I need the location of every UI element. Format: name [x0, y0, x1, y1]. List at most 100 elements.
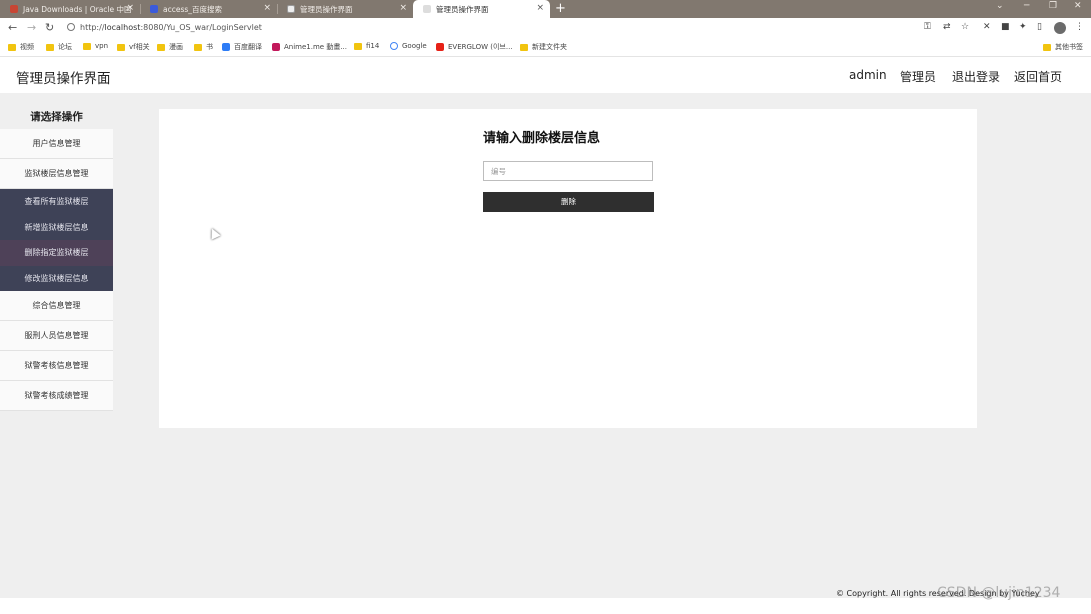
- menu-item-user-info[interactable]: 用户信息管理: [0, 129, 113, 159]
- bookmark-label: 百度翻译: [234, 43, 262, 51]
- bookmark-item[interactable]: vpn: [83, 42, 108, 50]
- close-tab-icon[interactable]: ×: [399, 3, 407, 13]
- floor-submenu: 查看所有监狱楼层 新增监狱楼层信息 删除指定监狱楼层 修改监狱楼层信息: [0, 189, 113, 291]
- bookmark-label: 漫画: [169, 43, 183, 51]
- bookmark-label: Google: [402, 42, 427, 50]
- menu-item-floor-info[interactable]: 监狱楼层信息管理: [0, 159, 113, 189]
- extension-icon[interactable]: ■: [1001, 22, 1010, 32]
- page-icon: [423, 5, 431, 13]
- other-bookmarks[interactable]: 其他书签: [1043, 42, 1083, 52]
- folder-icon: [520, 43, 528, 51]
- url-path: :8080/Yu_OS_war/LoginServlet: [140, 23, 262, 32]
- folder-icon: [117, 43, 125, 51]
- close-tab-icon[interactable]: ×: [126, 3, 134, 13]
- sidebar-icon[interactable]: ▯: [1037, 22, 1042, 32]
- sidebar-title: 请选择操作: [30, 111, 83, 123]
- bookmark-item[interactable]: 论坛: [46, 42, 72, 52]
- delete-button[interactable]: 删除: [483, 192, 654, 212]
- new-tab-button[interactable]: +: [555, 1, 566, 16]
- floor-id-input[interactable]: [483, 161, 653, 181]
- translate-site-icon: [222, 43, 230, 51]
- page-header: 管理员操作界面 admin 管理员 退出登录 返回首页: [0, 57, 1091, 93]
- tab-title: 管理员操作界面: [300, 4, 353, 14]
- home-link[interactable]: 返回首页: [1014, 68, 1062, 85]
- forward-icon[interactable]: →: [27, 21, 36, 34]
- minimize-icon[interactable]: ─: [1024, 1, 1029, 11]
- browser-tab[interactable]: 管理员操作界面 ×: [277, 0, 413, 18]
- folder-icon: [46, 43, 54, 51]
- folder-icon: [157, 43, 165, 51]
- anime-site-icon: [272, 43, 280, 51]
- bookmark-label: vpn: [95, 42, 109, 50]
- bookmark-item[interactable]: Anime1.me 動畫...: [272, 42, 347, 52]
- menu-item-guard-scores[interactable]: 狱警考核成绩管理: [0, 381, 113, 411]
- submenu-delete-floor[interactable]: 删除指定监狱楼层: [0, 240, 113, 266]
- bookmark-label: vf相关: [129, 43, 150, 51]
- profile-avatar[interactable]: [1054, 22, 1066, 34]
- sidebar-menu: 用户信息管理 监狱楼层信息管理 查看所有监狱楼层 新增监狱楼层信息 删除指定监狱…: [0, 129, 113, 411]
- translate-icon[interactable]: ⇄: [943, 22, 951, 32]
- reload-icon[interactable]: ↻: [45, 21, 54, 34]
- back-icon[interactable]: ←: [8, 21, 17, 34]
- username-link[interactable]: admin: [849, 68, 887, 82]
- menu-item-inmate-info[interactable]: 服刑人员信息管理: [0, 321, 113, 351]
- tab-title: access_百度搜索: [163, 4, 223, 14]
- close-tab-icon[interactable]: ×: [263, 3, 271, 13]
- bookmark-item[interactable]: EVERGLOW (이브...: [436, 42, 513, 52]
- folder-icon: [8, 43, 16, 51]
- menu-item-guard-assessment[interactable]: 狱警考核信息管理: [0, 351, 113, 381]
- watermark: CSDN @lujin1234: [937, 585, 1061, 601]
- bookmark-item[interactable]: 百度翻译: [222, 42, 262, 52]
- bookmark-label: 其他书签: [1055, 43, 1083, 51]
- tab-search-icon[interactable]: ⌄: [996, 1, 1004, 11]
- bookmark-label: 书: [206, 43, 213, 51]
- bookmark-label: 新建文件夹: [532, 43, 567, 51]
- url-field[interactable]: http://localhost:8080/Yu_OS_war/LoginSer…: [80, 23, 262, 32]
- extension-x-icon[interactable]: ✕: [983, 22, 991, 32]
- youtube-icon: [436, 43, 444, 51]
- form-title: 请输入删除楼层信息: [483, 131, 601, 146]
- close-tab-icon[interactable]: ×: [536, 3, 544, 13]
- bookmark-item[interactable]: vf相关: [117, 42, 150, 52]
- menu-item-general-info[interactable]: 综合信息管理: [0, 291, 113, 321]
- bookmark-item[interactable]: 书: [194, 42, 213, 52]
- bookmark-label: EVERGLOW (이브...: [448, 43, 513, 51]
- submenu-add-floor[interactable]: 新增监狱楼层信息: [0, 215, 113, 241]
- baidu-icon: [150, 5, 158, 13]
- tab-title: Java Downloads | Oracle 中国: [23, 4, 132, 14]
- close-window-icon[interactable]: ✕: [1074, 1, 1082, 11]
- bookmark-label: 论坛: [58, 43, 72, 51]
- google-icon: [390, 42, 398, 50]
- bookmark-item[interactable]: 漫画: [157, 42, 183, 52]
- submenu-view-all-floors[interactable]: 查看所有监狱楼层: [0, 189, 113, 215]
- site-info-icon[interactable]: [67, 23, 75, 31]
- bookmark-item[interactable]: 新建文件夹: [520, 42, 567, 52]
- bookmark-label: 视频: [20, 43, 34, 51]
- browser-tab[interactable]: access_百度搜索 ×: [140, 0, 277, 18]
- bookmark-item[interactable]: Google: [390, 42, 427, 50]
- address-bar: ← → ↻ http://localhost:8080/Yu_OS_war/Lo…: [0, 18, 1091, 39]
- folder-icon: [194, 43, 202, 51]
- browser-tab-active[interactable]: 管理员操作界面 ×: [413, 0, 550, 18]
- tab-title: 管理员操作界面: [436, 4, 489, 14]
- logout-link[interactable]: 退出登录: [952, 68, 1000, 85]
- submenu-edit-floor[interactable]: 修改监狱楼层信息: [0, 266, 113, 292]
- url-host: localhost: [104, 23, 141, 32]
- url-protocol: http://: [80, 23, 105, 32]
- menu-icon[interactable]: ⋮: [1075, 22, 1084, 32]
- page-title: 管理员操作界面: [16, 71, 111, 87]
- folder-icon: [354, 42, 362, 50]
- role-link[interactable]: 管理员: [900, 68, 936, 85]
- page-icon: [287, 5, 295, 13]
- browser-tab[interactable]: Java Downloads | Oracle 中国 ×: [0, 0, 140, 18]
- browser-tab-bar: Java Downloads | Oracle 中国 × access_百度搜索…: [0, 0, 1091, 18]
- bookmark-label: fi14: [366, 42, 380, 50]
- footer-bar: [0, 598, 1091, 614]
- puzzle-icon[interactable]: ✦: [1019, 22, 1027, 32]
- bookmark-label: Anime1.me 動畫...: [284, 43, 347, 51]
- bookmark-star-icon[interactable]: ☆: [961, 22, 969, 32]
- key-icon[interactable]: ⚿: [924, 22, 931, 32]
- bookmark-item[interactable]: fi14: [354, 42, 379, 50]
- restore-icon[interactable]: ❐: [1049, 1, 1057, 11]
- bookmark-item[interactable]: 视频: [8, 42, 34, 52]
